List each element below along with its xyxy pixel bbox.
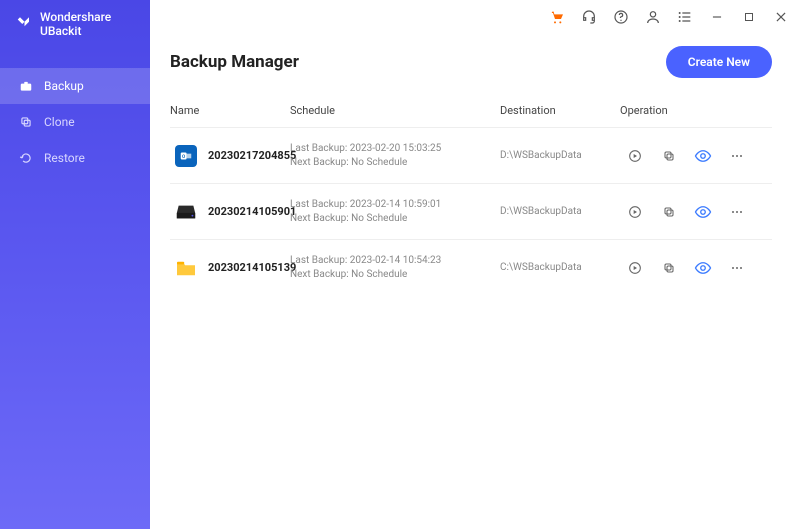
last-backup: Last Backup: 2023-02-20 15:03:25 [290,142,500,156]
sidebar-item-clone[interactable]: Clone [0,104,150,140]
row-schedule: Last Backup: 2023-02-14 10:59:01 Next Ba… [290,198,500,225]
last-backup: Last Backup: 2023-02-14 10:54:23 [290,254,500,268]
row-operations [620,147,772,165]
row-schedule: Last Backup: 2023-02-14 10:54:23 Next Ba… [290,254,500,281]
row-name: 20230214105901 [208,205,290,218]
table-row: 20230214105901 Last Backup: 2023-02-14 1… [170,183,772,239]
col-header-schedule: Schedule [290,104,500,117]
sidebar-nav: Backup Clone Restore [0,68,150,176]
app-header: Wondershare UBackit [0,0,150,48]
headset-icon[interactable] [580,8,598,26]
sidebar-item-label: Backup [44,79,84,93]
folder-icon [175,257,197,279]
col-header-operation: Operation [620,104,772,117]
table-row: 20230214105139 Last Backup: 2023-02-14 1… [170,239,772,295]
restore-icon [18,150,34,166]
create-new-button[interactable]: Create New [666,46,772,78]
more-icon[interactable] [728,203,746,221]
content: Backup Manager Create New Name Schedule … [150,34,800,295]
clone-icon [18,114,34,130]
view-icon[interactable] [694,147,712,165]
row-icon-wrap [170,201,202,223]
row-destination: D:\WSBackupData [500,206,620,217]
outlook-icon: O [175,145,197,167]
titlebar [150,0,800,34]
sidebar-item-label: Restore [44,151,85,165]
copy-icon[interactable] [660,147,678,165]
page-head: Backup Manager Create New [170,46,772,78]
page-title: Backup Manager [170,52,299,72]
sidebar-item-label: Clone [44,115,75,129]
sidebar-item-restore[interactable]: Restore [0,140,150,176]
view-icon[interactable] [694,203,712,221]
table-row: O 20230217204855 Last Backup: 2023-02-20… [170,127,772,183]
row-icon-wrap: O [170,145,202,167]
row-destination: C:\WSBackupData [500,262,620,273]
copy-icon[interactable] [660,259,678,277]
sidebar-item-backup[interactable]: Backup [0,68,150,104]
more-icon[interactable] [728,259,746,277]
copy-icon[interactable] [660,203,678,221]
user-icon[interactable] [644,8,662,26]
briefcase-icon [18,78,34,94]
close-icon[interactable] [772,8,790,26]
row-name: 20230214105139 [208,261,290,274]
run-icon[interactable] [626,147,644,165]
row-schedule: Last Backup: 2023-02-20 15:03:25 Next Ba… [290,142,500,169]
row-operations [620,203,772,221]
app-title: Wondershare UBackit [40,10,136,38]
run-icon[interactable] [626,203,644,221]
next-backup: Next Backup: No Schedule [290,268,500,282]
row-operations [620,259,772,277]
minimize-icon[interactable] [708,8,726,26]
run-icon[interactable] [626,259,644,277]
help-icon[interactable] [612,8,630,26]
col-header-name: Name [170,104,290,117]
menu-list-icon[interactable] [676,8,694,26]
more-icon[interactable] [728,147,746,165]
row-icon-wrap [170,257,202,279]
sidebar: Wondershare UBackit Backup Clone Restore [0,0,150,529]
row-name: 20230217204855 [208,149,290,162]
next-backup: Next Backup: No Schedule [290,212,500,226]
col-header-destination: Destination [500,104,620,117]
app-logo-icon [14,15,32,33]
row-destination: D:\WSBackupData [500,150,620,161]
maximize-icon[interactable] [740,8,758,26]
cart-icon[interactable] [548,8,566,26]
last-backup: Last Backup: 2023-02-14 10:59:01 [290,198,500,212]
view-icon[interactable] [694,259,712,277]
main: Backup Manager Create New Name Schedule … [150,0,800,529]
disk-icon [175,201,197,223]
next-backup: Next Backup: No Schedule [290,156,500,170]
table-header: Name Schedule Destination Operation [170,104,772,127]
